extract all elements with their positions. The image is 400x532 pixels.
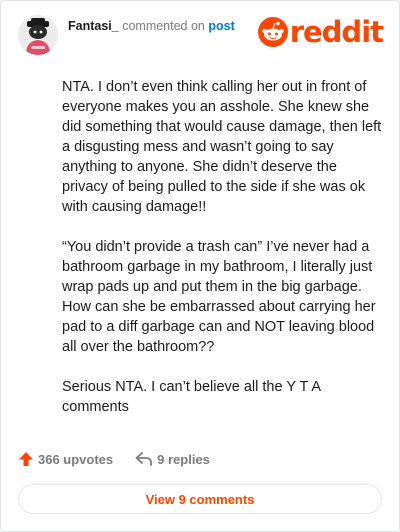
reply-arrow-icon	[135, 452, 153, 466]
upvote-count: 366 upvotes	[38, 451, 114, 467]
avatar-image	[18, 15, 58, 55]
post-link[interactable]: post	[208, 19, 234, 33]
comment-paragraph: NTA. I don’t even think calling her out …	[62, 79, 382, 215]
upvote-button[interactable]: 366 upvotes	[18, 451, 113, 467]
comment-body: NTA. I don’t even think calling her out …	[62, 77, 382, 437]
comment-paragraph: Serious NTA. I can’t believe all the Y T…	[62, 379, 321, 415]
comment-paragraph: “You didn’t provide a trash can” I’ve ne…	[62, 239, 376, 355]
view-comments-button[interactable]: View 9 comments	[18, 484, 382, 514]
commented-label: commented on	[122, 19, 205, 33]
avatar[interactable]	[18, 15, 58, 55]
comment-card: Fantasi_ commented on post reddit NTA. I…	[0, 0, 400, 532]
username-link[interactable]: Fantasi_	[68, 19, 119, 33]
comment-meta: Fantasi_ commented on post	[68, 19, 235, 33]
reddit-logo[interactable]: reddit	[257, 15, 384, 49]
upvote-arrow-icon	[19, 452, 33, 466]
comment-header: Fantasi_ commented on post reddit	[18, 15, 384, 55]
replies-count: 9 replies	[157, 451, 210, 467]
reddit-logo-icon	[257, 17, 288, 47]
comment-actions: 366 upvotes 9 replies	[18, 451, 232, 467]
reddit-logo-text: reddit	[289, 15, 384, 49]
replies-button[interactable]: 9 replies	[135, 452, 210, 467]
